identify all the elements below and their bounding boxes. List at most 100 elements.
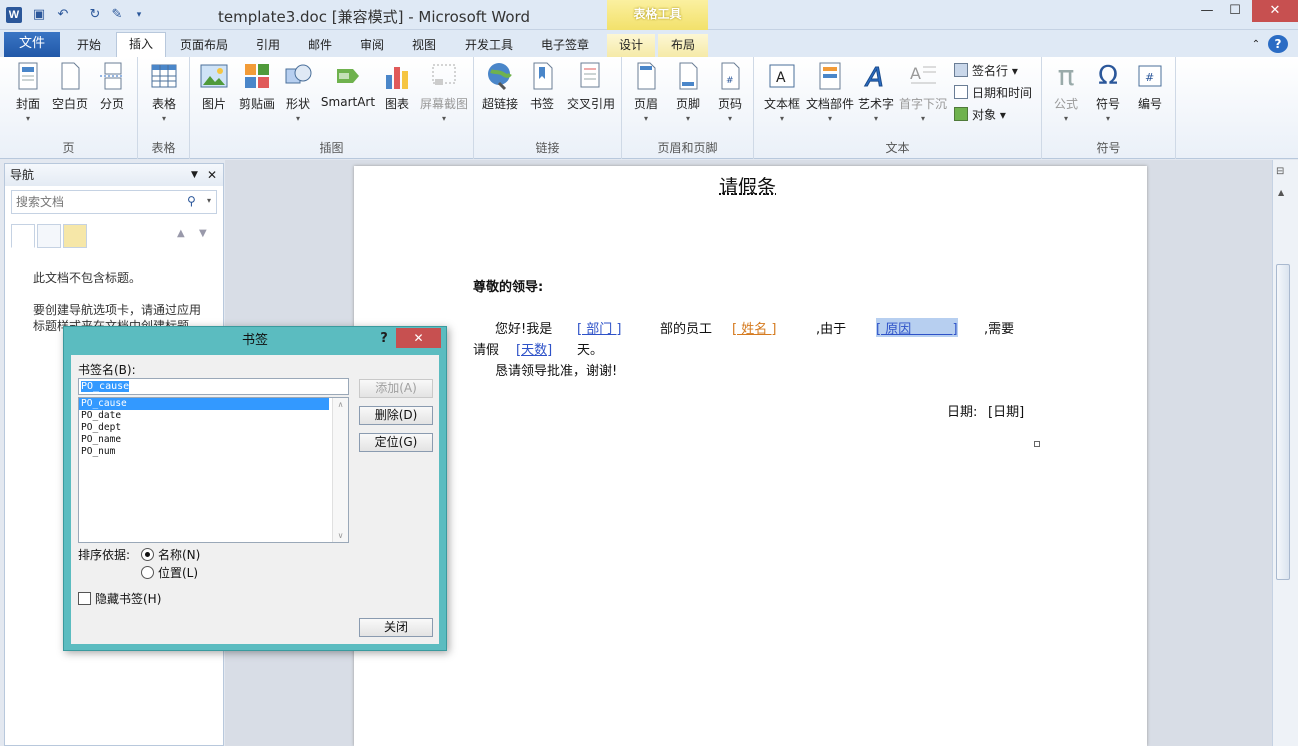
bookmark-num[interactable]: [天数] [516,339,552,358]
cover-page-icon [18,62,38,90]
list-scroll-down-icon[interactable]: ∨ [333,531,348,540]
cover-page-button[interactable]: 封面 ▾ [6,61,50,123]
footer-button[interactable]: 页脚 ▾ [668,61,708,123]
shapes-button[interactable]: 形状 ▾ [280,61,316,123]
quick-parts-icon [819,62,841,90]
text-box-button[interactable]: A 文本框 ▾ [758,61,806,123]
tab-insert[interactable]: 插入 [116,32,166,58]
sort-by-name-radio[interactable] [141,548,154,561]
nav-pane-close-icon[interactable]: ✕ [207,164,217,186]
bookmark-name-input[interactable]: PO_cause [78,378,349,395]
drop-cap-icon: A [910,64,936,84]
undo-icon[interactable]: ↶ [54,6,72,24]
date-time-button[interactable]: 日期和时间 [954,83,1032,103]
smartart-button[interactable]: SmartArt [318,61,378,109]
tab-file[interactable]: 文件 [4,32,60,57]
object-button[interactable]: 对象 ▾ [954,105,1006,125]
goto-bookmark-button[interactable]: 定位(G) [359,433,433,452]
maximize-button[interactable]: ☐ [1222,0,1248,22]
customize-qat-icon[interactable]: ▾ [130,6,148,24]
dialog-close-bottom-button[interactable]: 关闭 [359,618,433,637]
equation-button[interactable]: π 公式 ▾ [1046,61,1086,124]
hyperlink-button[interactable]: 超链接 [478,61,522,112]
tab-e-signature[interactable]: 电子签章 [530,34,600,57]
list-item[interactable]: PO_name [79,434,348,446]
document-page[interactable]: 请假条 尊敬的领导: 您好!我是 [ 部门 ] 部的员工 [ 姓名 ] ,由于 … [354,166,1147,746]
group-header-footer: 页眉 ▾ 页脚 ▾ # 页码 ▾ 页眉和页脚 [622,57,754,159]
bookmark-name[interactable]: [ 姓名 ] [732,318,776,337]
cross-reference-button[interactable]: 交叉引用 [562,61,620,112]
tab-mailings[interactable]: 邮件 [298,34,342,57]
list-item[interactable]: PO_num [79,446,348,458]
add-bookmark-button[interactable]: 添加(A) [359,379,433,398]
tab-developer[interactable]: 开发工具 [456,34,522,57]
dialog-help-button[interactable]: ? [374,331,394,349]
list-item[interactable]: PO_date [79,410,348,422]
collapse-ribbon-icon[interactable]: ⌃ [1248,34,1264,57]
tab-home[interactable]: 开始 [66,34,112,57]
bookmark-list[interactable]: PO_cause PO_date PO_dept PO_name PO_num … [78,397,349,543]
redo-icon[interactable]: ↻ [86,6,104,24]
bookmark-list-scrollbar[interactable]: ∧ ∨ [332,398,348,542]
next-heading-icon[interactable]: ▼ [199,228,207,239]
help-icon[interactable]: ? [1268,35,1288,53]
ruler-toggle-icon[interactable]: ⊟ [1276,166,1284,177]
screenshot-button[interactable]: 屏幕截图 ▾ [418,61,470,123]
format-painter-icon[interactable]: ✎ [108,6,126,24]
header-button[interactable]: 页眉 ▾ [626,61,666,123]
page-break-button[interactable]: 分页 [92,61,132,112]
sort-by-location-radio[interactable] [141,566,154,579]
tab-page-layout[interactable]: 页面布局 [172,34,236,57]
scroll-thumb[interactable] [1276,264,1290,580]
group-illustrations-label: 插图 [319,141,344,155]
search-icon[interactable]: ⚲ [187,194,196,208]
doc-date-label: 日期: [947,405,978,420]
page-number-button[interactable]: # 页码 ▾ [710,61,750,123]
drop-cap-button[interactable]: A 首字下沉 ▾ [898,61,948,123]
symbol-button[interactable]: Ω 符号 ▾ [1088,61,1128,123]
tab-view[interactable]: 视图 [402,34,446,57]
blank-page-button[interactable]: 空白页 [48,61,92,112]
list-item[interactable]: PO_cause [79,398,329,410]
list-item[interactable]: PO_dept [79,422,348,434]
clip-art-button[interactable]: 剪贴画 [234,61,280,112]
browse-results-icon[interactable] [63,224,87,248]
hidden-bookmarks-checkbox[interactable] [78,592,91,605]
browse-headings-icon[interactable] [11,224,35,248]
sort-by-location-label[interactable]: 位置(L) [158,564,198,581]
signature-line-button[interactable]: 签名行 ▾ [954,61,1018,81]
bookmark-dept[interactable]: [ 部门 ] [577,318,621,337]
ribbon-insert: 封面 ▾ 空白页 分页 页 表格 ▾ 表格 图片 剪贴画 形状 ▾ SmartA… [0,57,1298,159]
tab-references[interactable]: 引用 [246,34,290,57]
bookmark-cause[interactable]: [ 原因 ] [876,318,958,337]
tab-table-design[interactable]: 设计 [607,34,655,57]
dialog-close-button[interactable]: ✕ [396,328,441,348]
word-app-icon[interactable]: W [6,7,22,23]
scroll-up-icon[interactable]: ▲ [1278,188,1284,197]
bookmark-date[interactable]: [日期] [988,401,1024,420]
sort-by-name-label[interactable]: 名称(N) [158,546,200,563]
browse-pages-icon[interactable] [37,224,61,248]
search-dropdown-icon[interactable]: ▾ [207,196,211,205]
wordart-button[interactable]: A 艺术字 ▾ [856,61,896,124]
chart-button[interactable]: 图表 [378,61,416,112]
delete-bookmark-button[interactable]: 删除(D) [359,406,433,425]
list-scroll-up-icon[interactable]: ∧ [333,400,348,409]
quick-parts-button[interactable]: 文档部件 ▾ [804,61,856,123]
nav-pane-options-icon[interactable]: ▼ [191,164,198,186]
table-button[interactable]: 表格 ▾ [142,61,186,123]
title-bar: W ▣ ↶ ↻ ✎ ▾ template3.doc [兼容模式] - Micro… [0,0,1298,30]
previous-heading-icon[interactable]: ▲ [177,228,185,239]
bookmark-button[interactable]: 书签 [524,61,560,112]
hidden-bookmarks-label[interactable]: 隐藏书签(H) [95,590,161,607]
tab-table-layout[interactable]: 布局 [658,34,708,57]
numbering-button[interactable]: # 编号 [1130,61,1170,112]
tab-review[interactable]: 审阅 [350,34,394,57]
vertical-scrollbar[interactable]: ⊟ ▲ [1272,160,1298,746]
close-window-button[interactable]: ✕ [1252,0,1298,22]
group-tables-label: 表格 [151,141,176,155]
sort-by-label: 排序依据: [78,548,131,562]
save-icon[interactable]: ▣ [30,6,48,24]
picture-button[interactable]: 图片 [194,61,234,112]
minimize-button[interactable]: — [1194,0,1220,22]
